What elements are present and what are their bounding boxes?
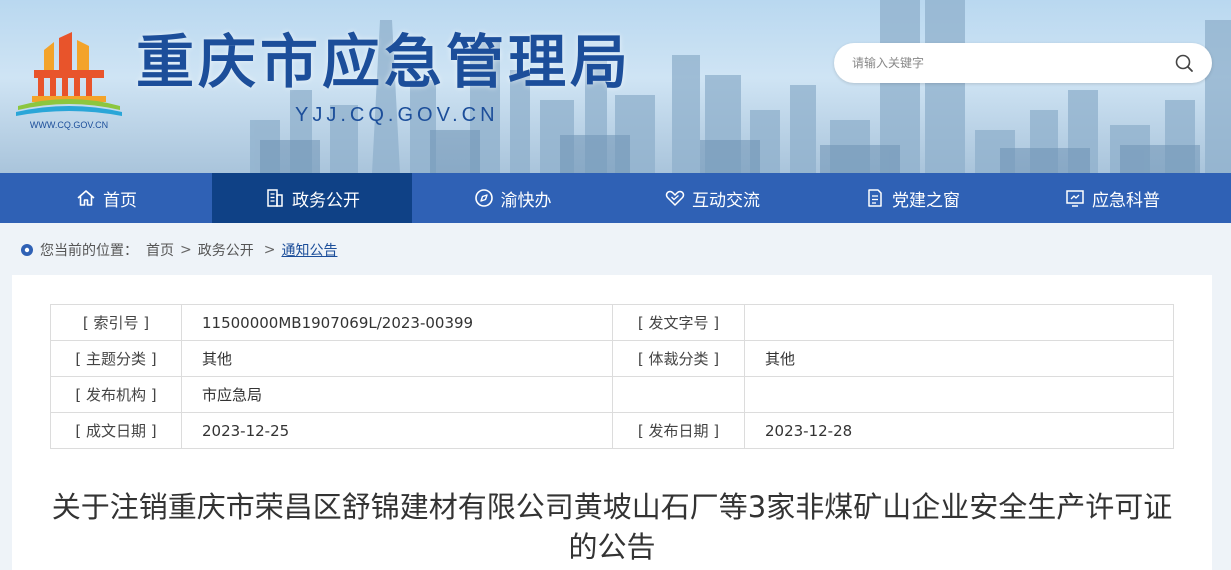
table-row: [ 主题分类 ] 其他 [ 体裁分类 ] 其他 — [50, 340, 1174, 377]
genre-label: [ 体裁分类 ] — [612, 340, 745, 377]
handshake-icon — [665, 190, 685, 206]
table-row: [ 索引号 ] 11500000MB1907069L/2023-00399 [ … — [50, 304, 1174, 341]
table-row: [ 发布机构 ] 市应急局 — [50, 376, 1174, 413]
issuer-value: 市应急局 — [181, 376, 613, 413]
nav-item-yukuaiban[interactable]: 渝快办 — [412, 173, 612, 223]
empty-cell — [744, 376, 1174, 413]
doc-no-value — [744, 304, 1174, 341]
nav-item-emergency-science[interactable]: 应急科普 — [1012, 173, 1212, 223]
location-icon — [21, 244, 33, 256]
search-icon[interactable] — [1174, 53, 1194, 73]
nav-item-label: 应急科普 — [1092, 190, 1160, 211]
main-nav: 首页 政务公开 渝快办 互动交流 党建之窗 应急科普 — [0, 173, 1231, 223]
article-panel: [ 索引号 ] 11500000MB1907069L/2023-00399 [ … — [12, 275, 1212, 570]
nav-item-label: 政务公开 — [292, 190, 360, 211]
article-title: 关于注销重庆市荣昌区舒锦建材有限公司黄坡山石厂等3家非煤矿山企业安全生产许可证的… — [51, 490, 1173, 564]
index-no-label: [ 索引号 ] — [50, 304, 182, 341]
document-icon — [868, 189, 882, 207]
nav-item-government-affairs[interactable]: 政务公开 — [212, 173, 412, 223]
published-date-label: [ 发布日期 ] — [612, 412, 745, 449]
breadcrumb-item-government-affairs[interactable]: 政务公开 — [198, 240, 254, 260]
breadcrumb-item-home[interactable]: 首页 — [146, 240, 174, 260]
breadcrumb-separator: > — [180, 242, 192, 258]
breadcrumb-item-notices[interactable]: 通知公告 — [281, 240, 337, 260]
nav-item-party-building[interactable]: 党建之窗 — [812, 173, 1012, 223]
nav-item-label: 互动交流 — [692, 190, 760, 211]
created-date-label: [ 成文日期 ] — [50, 412, 182, 449]
nav-item-home[interactable]: 首页 — [0, 173, 212, 223]
logo-emblem-icon: WWW.CQ.GOV.CN — [16, 32, 122, 130]
nav-item-interaction[interactable]: 互动交流 — [612, 173, 812, 223]
site-name: 重庆市应急管理局 — [136, 28, 633, 96]
breadcrumb: 您当前的位置： 首页 > 政务公开 > 通知公告 — [20, 240, 337, 260]
screen-icon — [1066, 190, 1084, 207]
empty-cell — [612, 376, 745, 413]
created-date-value: 2023-12-25 — [181, 412, 613, 449]
doc-no-label: [ 发文字号 ] — [612, 304, 745, 341]
breadcrumb-prefix: 您当前的位置： — [40, 243, 138, 259]
site-header: WWW.CQ.GOV.CN 重庆市应急管理局 YJJ.CQ.GOV.CN — [0, 0, 1231, 173]
issuer-label: [ 发布机构 ] — [50, 376, 182, 413]
home-icon — [77, 190, 95, 206]
svg-text:WWW.CQ.GOV.CN: WWW.CQ.GOV.CN — [30, 120, 108, 130]
index-no-value: 11500000MB1907069L/2023-00399 — [181, 304, 613, 341]
site-url: YJJ.CQ.GOV.CN — [295, 104, 499, 126]
topic-label: [ 主题分类 ] — [50, 340, 182, 377]
nav-item-label: 首页 — [103, 190, 137, 211]
building-icon — [267, 189, 283, 207]
compass-icon — [474, 189, 493, 207]
table-row: [ 成文日期 ] 2023-12-25 [ 发布日期 ] 2023-12-28 — [50, 412, 1174, 449]
search-box — [834, 43, 1212, 83]
published-date-value: 2023-12-28 — [744, 412, 1174, 449]
nav-item-label: 党建之窗 — [892, 190, 960, 211]
genre-value: 其他 — [744, 340, 1174, 377]
breadcrumb-separator: > — [263, 242, 276, 258]
search-input[interactable] — [852, 53, 1152, 73]
topic-value: 其他 — [181, 340, 613, 377]
document-info-table: [ 索引号 ] 11500000MB1907069L/2023-00399 [ … — [50, 304, 1174, 449]
nav-item-label: 渝快办 — [500, 190, 552, 211]
site-logo[interactable]: WWW.CQ.GOV.CN — [14, 30, 124, 130]
